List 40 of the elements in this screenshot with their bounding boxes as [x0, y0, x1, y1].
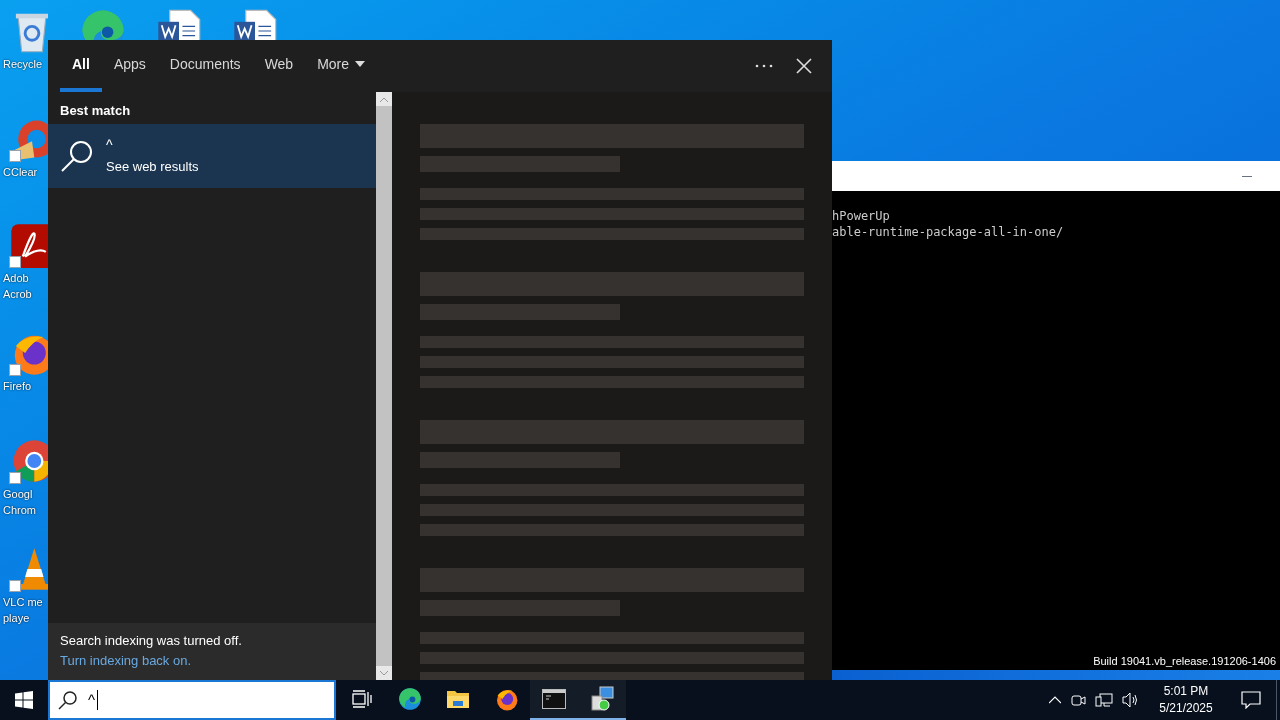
search-icon	[58, 690, 78, 710]
windows-logo-icon	[15, 691, 33, 709]
folder-icon[interactable]	[446, 688, 470, 710]
camera-icon[interactable]	[1070, 692, 1086, 708]
tab[interactable]: More	[305, 40, 378, 92]
clock[interactable]: 5:01 PM 5/21/2025	[1146, 683, 1226, 717]
result-item[interactable]: ^ See web results	[48, 124, 376, 188]
installer-icon[interactable]	[590, 686, 614, 712]
task-view-icon[interactable]	[352, 690, 372, 708]
speech-bubble-icon	[1241, 691, 1261, 709]
firefox-icon	[494, 687, 518, 711]
caret-icon	[355, 61, 366, 67]
search-field[interactable]: ^	[48, 680, 336, 720]
indexing-link[interactable]: Turn indexing back on.	[60, 653, 192, 669]
edge-icon	[398, 687, 422, 711]
tab[interactable]: Web	[252, 40, 306, 92]
desktop-icon-label[interactable]: VLC me playe	[3, 594, 43, 626]
build-text: Build 19041.vb_release.191206-1406	[1093, 655, 1276, 667]
result-subtitle: See web results	[106, 159, 199, 175]
show-hidden-icons-icon[interactable]	[1049, 696, 1061, 704]
taskbar-app-button[interactable]	[578, 680, 626, 720]
tab[interactable]: Documents	[157, 40, 253, 92]
more-options-icon[interactable]	[754, 64, 774, 68]
tab[interactable]: All	[60, 40, 102, 92]
search-icon	[60, 139, 94, 173]
volume-icon[interactable]	[1122, 692, 1140, 708]
desktop-icon-label[interactable]: Googl Chrom	[3, 486, 36, 518]
terminal-icon[interactable]	[542, 689, 566, 709]
close-icon[interactable]	[796, 58, 812, 74]
tab[interactable]: Apps	[101, 40, 158, 92]
desktop-icon-label[interactable]: Firefo	[3, 378, 32, 394]
network-icon[interactable]	[1095, 692, 1113, 708]
console-line: able-runtime-package-all-in-one/	[832, 224, 1065, 240]
console-line: hPowerUp	[832, 208, 891, 224]
pdf-app-icon	[9, 222, 48, 268]
result-title: ^	[106, 137, 114, 153]
minimize-icon[interactable]	[1242, 175, 1252, 177]
taskbar-app-button[interactable]	[530, 680, 578, 720]
notice-text: Search indexing was turned off.	[60, 633, 242, 649]
section-heading: Best match	[59, 102, 132, 120]
